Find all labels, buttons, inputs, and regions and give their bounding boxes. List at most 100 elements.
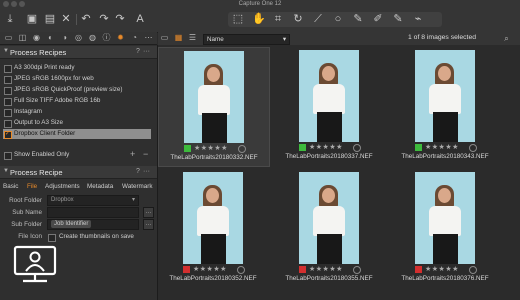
help-button[interactable]: ? (136, 48, 140, 55)
status-icon (469, 144, 477, 152)
batch-tab-icon[interactable]: ◔ (130, 33, 139, 42)
capture-tab-icon[interactable]: ◫ (18, 33, 27, 42)
list-view-icon[interactable]: ☰ (188, 33, 197, 42)
recipe-item[interactable]: A3 300dpi Print ready (3, 63, 151, 73)
metadata-tab-icon[interactable]: ⓘ (102, 33, 111, 42)
recipe-item[interactable]: Output to A3 Size (3, 118, 151, 128)
camera-icon[interactable]: ▣ (26, 13, 38, 25)
folder-icon[interactable]: ▤ (44, 13, 56, 25)
sort-select[interactable]: Name ▾ (203, 34, 290, 45)
help-button[interactable]: ? (136, 168, 140, 175)
root-folder-select[interactable]: Dropbox ▾ (47, 195, 139, 206)
process-recipes-header[interactable]: ▼ Process Recipes ? ··· (0, 46, 157, 59)
color-label[interactable] (415, 144, 422, 151)
star-rating[interactable]: ★★★★★ (425, 143, 459, 151)
select-tool-icon[interactable]: ⬚ (232, 13, 244, 25)
thumbnail[interactable]: ★★★★★ TheLabPortraits20180352.NEF (158, 169, 268, 287)
color-label[interactable] (184, 145, 191, 152)
import-icon[interactable]: ⤓ (4, 13, 16, 25)
redo-icon[interactable]: ↷ (98, 13, 110, 25)
tab-file[interactable]: File (27, 183, 37, 190)
thumbnail[interactable]: ★★★★★ TheLabPortraits20180332.NEF (158, 47, 270, 167)
more-tabs-icon[interactable]: ⋯ (144, 33, 153, 42)
remove-recipe-button[interactable]: − (143, 149, 148, 159)
process-recipe-header[interactable]: ▼ Process Recipe ? ··· (0, 166, 157, 179)
eraser-icon[interactable]: ✐ (372, 13, 384, 25)
color-label[interactable] (183, 266, 190, 273)
create-thumbnails-label: Create thumbnails on save (59, 233, 134, 240)
star-rating[interactable]: ★★★★★ (425, 265, 459, 273)
tab-basic[interactable]: Basic (3, 183, 18, 190)
redo-all-icon[interactable]: ↷ (114, 13, 126, 25)
recipe-checkbox[interactable] (4, 109, 12, 117)
recipe-item[interactable]: JPEG sRGB QuickProof (preview size) (3, 85, 151, 95)
recipe-checkbox-checked[interactable] (4, 130, 12, 139)
more-options-button[interactable]: ··· (143, 168, 150, 175)
recipe-item-selected[interactable]: Dropbox Client Folder (3, 129, 151, 139)
tab-watermark[interactable]: Watermark (122, 183, 153, 190)
show-enabled-only-row[interactable]: Show Enabled Only (3, 150, 151, 160)
photo-preview (299, 50, 359, 142)
star-rating[interactable]: ★★★★★ (309, 265, 343, 273)
tab-metadata[interactable]: Metadata (87, 183, 113, 190)
star-rating[interactable]: ★★★★★ (309, 143, 343, 151)
thumbnail[interactable]: ★★★★★ TheLabPortraits20180376.NEF (390, 169, 500, 287)
viewer-toggle-icon[interactable]: ▭ (160, 33, 169, 42)
adjustments-tab-icon[interactable]: ◍ (88, 33, 97, 42)
exposure-tab-icon[interactable]: ◑ (60, 33, 69, 42)
lens-tab-icon[interactable]: ◉ (32, 33, 41, 42)
selection-status: 1 of 8 images selected (408, 34, 477, 41)
recipe-item[interactable]: Instagram (3, 107, 151, 117)
recipe-checkbox[interactable] (4, 76, 12, 84)
color-label[interactable] (415, 266, 422, 273)
color-tab-icon[interactable]: ◐ (46, 33, 55, 42)
keystone-tool-icon[interactable]: ⟋ (312, 13, 324, 25)
library-tab-icon[interactable]: ▭ (4, 33, 13, 42)
brush-icon[interactable]: ✎ (352, 13, 364, 25)
chevron-down-icon: ▾ (282, 36, 286, 43)
star-rating[interactable]: ★★★★★ (193, 265, 227, 273)
recipe-checkbox[interactable] (4, 65, 12, 73)
star-rating[interactable]: ★★★★★ (194, 144, 228, 152)
recipe-item[interactable]: Full Size TIFF Adobe RGB 16b (3, 96, 151, 106)
grid-view-icon[interactable]: ▦ (174, 33, 183, 42)
file-icon-label: File Icon (18, 233, 42, 240)
recipe-label: Output to A3 Size (14, 119, 64, 126)
recipe-item[interactable]: JPEG sRGB 1600px for web (3, 74, 151, 84)
collapse-caret-icon[interactable]: ▼ (3, 168, 9, 174)
pan-tool-icon[interactable]: ✋ (252, 13, 266, 25)
process-recipe-title: Process Recipe (10, 168, 63, 177)
picker-icon[interactable]: ⌁ (412, 13, 424, 25)
delete-icon[interactable]: ✕ (60, 13, 72, 25)
color-label[interactable] (299, 144, 306, 151)
crop-tool-icon[interactable]: ⌗ (272, 13, 284, 25)
undo-icon[interactable]: ↶ (80, 13, 92, 25)
details-tab-icon[interactable]: ◎ (74, 33, 83, 42)
recipe-label: JPEG sRGB QuickProof (preview size) (14, 86, 123, 93)
sub-folder-field[interactable]: Job Identifier (47, 219, 139, 230)
more-options-button[interactable]: ··· (143, 48, 150, 55)
output-tab-icon[interactable]: ✹ (116, 33, 125, 42)
add-recipe-button[interactable]: + (130, 149, 135, 159)
spot-remove-icon[interactable]: ○ (332, 13, 344, 25)
recipe-checkbox[interactable] (4, 98, 12, 106)
recipe-checkbox[interactable] (4, 120, 12, 128)
sub-name-field[interactable] (47, 207, 139, 218)
color-label[interactable] (299, 266, 306, 273)
collapse-caret-icon[interactable]: ▼ (3, 48, 9, 54)
adjust-icon[interactable]: A (134, 13, 146, 25)
job-identifier-token[interactable]: Job Identifier (51, 220, 92, 228)
recipe-checkbox[interactable] (4, 87, 12, 95)
rotate-tool-icon[interactable]: ↻ (292, 13, 304, 25)
thumbnail[interactable]: ★★★★★ TheLabPortraits20180355.NEF (274, 169, 384, 287)
cursor-tools-group: ⬚ ✋ ⌗ ↻ ⟋ ○ ✎ ✐ ✎ ⌁ (228, 12, 442, 27)
search-icon[interactable]: ⌕ (502, 34, 511, 43)
show-enabled-only-checkbox[interactable] (4, 152, 12, 160)
tab-adjustments[interactable]: Adjustments (45, 183, 80, 190)
gradient-icon[interactable]: ✎ (392, 13, 404, 25)
thumbnail[interactable]: ★★★★★ TheLabPortraits20180343.NEF (390, 47, 500, 165)
thumbnail[interactable]: ★★★★★ TheLabPortraits20180337.NEF (274, 47, 384, 165)
sub-name-tokens-button[interactable]: … (143, 207, 154, 218)
sub-folder-tokens-button[interactable]: … (143, 219, 154, 230)
create-thumbnails-checkbox[interactable] (48, 234, 56, 242)
